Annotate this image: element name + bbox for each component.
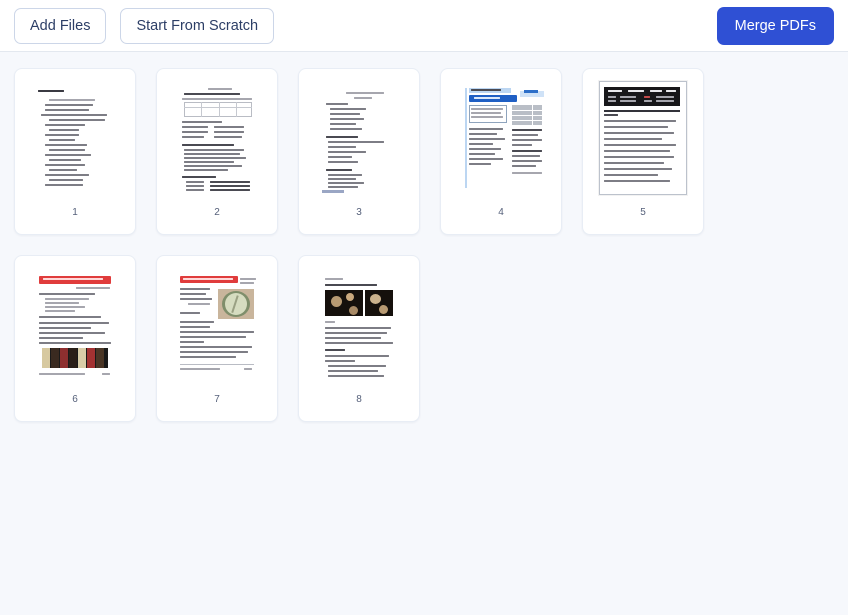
- page-card[interactable]: 5: [582, 68, 704, 235]
- page-number-label: 5: [640, 207, 646, 218]
- page-number-label: 4: [498, 207, 504, 218]
- page-thumbnail: [299, 256, 419, 394]
- toolbar-right-group: Merge PDFs: [716, 6, 834, 45]
- document-preview-7: [174, 269, 260, 381]
- page-number-label: 7: [214, 394, 220, 405]
- page-card[interactable]: 6: [14, 255, 136, 422]
- page-thumbnail: [299, 69, 419, 207]
- document-preview-6: [32, 269, 118, 381]
- page-grid: 1 2 3 4 5 6 7 8: [14, 68, 834, 422]
- page-thumbnail: [157, 69, 277, 207]
- document-preview-8: [316, 269, 402, 381]
- page-thumbnail: [15, 256, 135, 394]
- start-from-scratch-button[interactable]: Start From Scratch: [120, 7, 275, 44]
- page-card[interactable]: 8: [298, 255, 420, 422]
- document-preview-4: [458, 82, 544, 194]
- page-number-label: 2: [214, 207, 220, 218]
- document-preview-5: [599, 81, 687, 195]
- page-number-label: 1: [72, 207, 78, 218]
- page-number-label: 3: [356, 207, 362, 218]
- page-thumbnail: [583, 69, 703, 207]
- page-thumbnail: [441, 69, 561, 207]
- toolbar: Add Files Start From Scratch Merge PDFs: [0, 0, 848, 52]
- page-thumbnail: [157, 256, 277, 394]
- document-preview-3: [316, 82, 402, 194]
- page-thumbnail: [15, 69, 135, 207]
- page-card[interactable]: 1: [14, 68, 136, 235]
- page-number-label: 6: [72, 394, 78, 405]
- page-card[interactable]: 7: [156, 255, 278, 422]
- toolbar-left-group: Add Files Start From Scratch: [14, 7, 275, 44]
- pdf-merge-app: Add Files Start From Scratch Merge PDFs: [0, 0, 848, 615]
- page-card[interactable]: 3: [298, 68, 420, 235]
- page-card[interactable]: 4: [440, 68, 562, 235]
- page-grid-workspace: 1 2 3 4 5 6 7 8: [0, 52, 848, 615]
- merge-pdfs-button[interactable]: Merge PDFs: [716, 6, 834, 45]
- document-preview-1: [32, 82, 118, 194]
- add-files-button[interactable]: Add Files: [14, 7, 107, 44]
- document-preview-2: [174, 82, 260, 194]
- page-card[interactable]: 2: [156, 68, 278, 235]
- page-number-label: 8: [356, 394, 362, 405]
